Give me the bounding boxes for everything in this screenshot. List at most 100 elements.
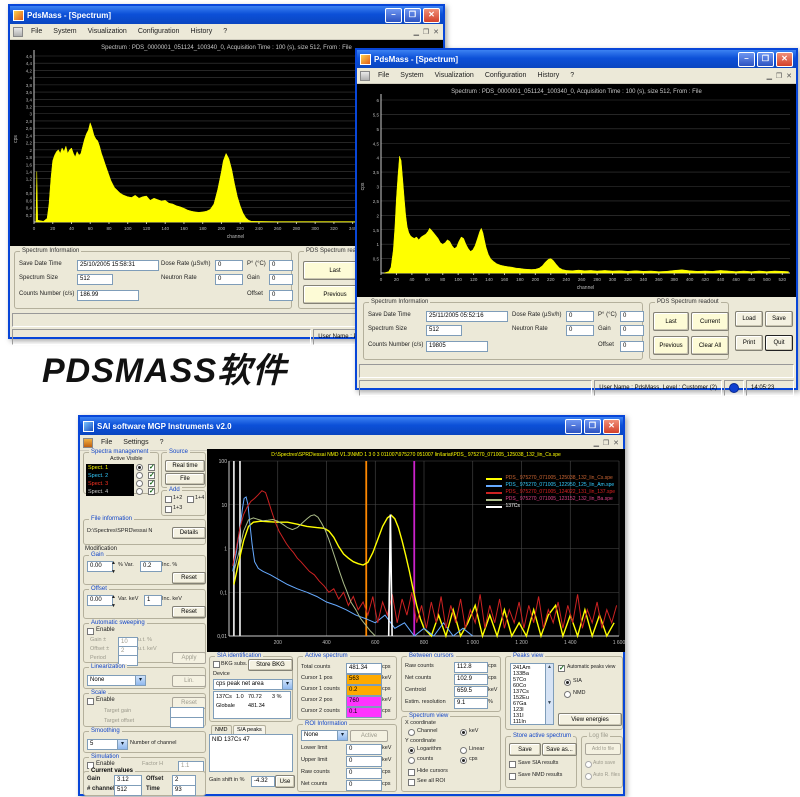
spectrum-size-field[interactable]: 512 <box>426 325 462 336</box>
dose-rate-field[interactable]: 0 <box>566 311 594 322</box>
peaks-scrollbar[interactable]: ▲▼ <box>545 664 553 724</box>
real-time-button[interactable]: Real time <box>165 460 205 472</box>
spect-1-row[interactable]: Spect. 1 <box>86 464 134 472</box>
save-sia-checkbox[interactable] <box>509 761 516 768</box>
neutron-rate-field[interactable]: 0 <box>566 325 594 336</box>
channel-radio[interactable] <box>408 729 415 736</box>
gain-reset-button[interactable]: Reset <box>172 572 206 584</box>
dose-rate-field[interactable]: 0 <box>215 260 243 271</box>
store-save-button[interactable]: Save <box>509 743 541 756</box>
menu-visualization[interactable]: Visualization <box>430 71 479 80</box>
spect-3-active-radio[interactable] <box>136 480 143 487</box>
spect-1-visible-checkbox[interactable] <box>148 464 155 471</box>
titlebar[interactable]: PdsMass - [Spectrum] – ❐ ✕ <box>10 6 443 24</box>
spectrum-size-field[interactable]: 512 <box>77 274 113 285</box>
gain-inc-field[interactable]: 0.2 <box>140 561 162 572</box>
close-button[interactable]: ✕ <box>603 419 620 434</box>
gain-spinner[interactable]: 0.00 <box>87 561 113 572</box>
minimize-button[interactable]: – <box>565 419 582 434</box>
view-energies-button[interactable]: View energies <box>558 713 622 726</box>
spect-4-active-radio[interactable] <box>136 488 143 495</box>
spect-3-visible-checkbox[interactable] <box>148 480 155 487</box>
menu-help[interactable]: ? <box>565 71 579 80</box>
menu-file[interactable]: File <box>373 71 394 80</box>
spect-2-active-radio[interactable] <box>136 472 143 479</box>
save-nmd-checkbox[interactable] <box>509 773 516 780</box>
clear-all-button[interactable]: Clear All <box>691 336 729 355</box>
offset-inc-field[interactable]: 1 <box>144 595 162 606</box>
mdi-child-buttons[interactable]: ▁ ❐ ✕ <box>414 28 440 36</box>
counts-number-field[interactable]: 19805 <box>426 341 488 352</box>
mdi-child-buttons[interactable]: ▁ ❐ ✕ <box>594 439 620 447</box>
add-1-3-checkbox[interactable] <box>165 506 172 513</box>
temp-field[interactable]: 0 <box>269 260 293 271</box>
details-button[interactable]: Details <box>172 527 206 539</box>
offset-reset-button[interactable]: Reset <box>172 606 206 618</box>
neutron-rate-field[interactable]: 0 <box>215 274 243 285</box>
menu-history[interactable]: History <box>532 71 564 80</box>
spect-3-row[interactable]: Spect. 3 <box>86 480 134 488</box>
add-1-4-checkbox[interactable] <box>187 496 194 503</box>
current-button[interactable]: Current <box>691 312 729 331</box>
close-button[interactable]: ✕ <box>776 52 793 67</box>
print-button[interactable]: Print <box>735 335 763 351</box>
automatic-peaks-checkbox[interactable] <box>558 665 565 672</box>
counts-radio[interactable] <box>408 757 415 764</box>
previous-button[interactable]: Previous <box>653 336 689 355</box>
hide-cursors-checkbox[interactable] <box>408 769 415 776</box>
spect-4-row[interactable]: Spect. 4 <box>86 488 134 496</box>
maximize-button[interactable]: ❐ <box>584 419 601 434</box>
mdi-child-buttons[interactable]: ▁ ❐ ✕ <box>767 72 793 80</box>
menu-help[interactable]: ? <box>155 438 169 447</box>
offset-field[interactable]: 0 <box>620 341 644 352</box>
save-date-field[interactable]: 25/10/2005 15:58:31 <box>77 260 159 271</box>
sweeping-enable-checkbox[interactable] <box>87 628 94 635</box>
menu-configuration[interactable]: Configuration <box>480 71 532 80</box>
save-button[interactable]: Save <box>765 311 793 327</box>
use-button[interactable]: Use <box>275 775 295 788</box>
lower-limit-field[interactable]: 0 <box>346 744 382 755</box>
spect-1-active-radio[interactable] <box>136 464 143 471</box>
offset-spinner[interactable]: 0.00 <box>87 595 113 606</box>
menu-help[interactable]: ? <box>218 27 232 36</box>
nmd-radio[interactable] <box>564 691 571 698</box>
sia-results-list[interactable]: 137Cs 1.0 70.72 3 % Globale 481.34 <box>213 691 291 719</box>
titlebar[interactable]: SAI software MGP Instruments v2.0 – ❐ ✕ <box>80 417 623 435</box>
linearization-dropdown[interactable]: None <box>87 675 146 686</box>
menu-settings[interactable]: Settings <box>118 438 153 447</box>
kev-radio[interactable] <box>460 729 467 736</box>
minimize-button[interactable]: – <box>738 52 755 67</box>
roi-dropdown[interactable]: None <box>301 730 348 741</box>
linear-radio[interactable] <box>460 747 467 754</box>
counts-number-field[interactable]: 186.99 <box>77 290 139 301</box>
file-button[interactable]: File <box>165 473 205 485</box>
maximize-button[interactable]: ❐ <box>404 8 421 23</box>
spect-4-visible-checkbox[interactable] <box>148 488 155 495</box>
close-button[interactable]: ✕ <box>423 8 440 23</box>
offset-spinner-arrows[interactable]: ▲▼ <box>111 593 116 611</box>
gain-spinner-arrows[interactable]: ▲▼ <box>111 559 116 577</box>
minimize-button[interactable]: – <box>385 8 402 23</box>
scale-enable-checkbox[interactable] <box>87 698 94 705</box>
save-date-field[interactable]: 25/11/2005 05:52:16 <box>426 311 508 322</box>
menu-visualization[interactable]: Visualization <box>83 27 132 36</box>
logarithm-radio[interactable] <box>408 747 415 754</box>
menu-configuration[interactable]: Configuration <box>133 27 185 36</box>
menu-system[interactable]: System <box>395 71 428 80</box>
upper-limit-field[interactable]: 0 <box>346 756 382 767</box>
store-bkg-button[interactable]: Store BKG <box>248 659 293 671</box>
spect-2-row[interactable]: Spect. 2 <box>86 472 134 480</box>
gain-field[interactable]: 0 <box>620 325 644 336</box>
gain-shift-field[interactable]: -4.32 <box>251 776 275 787</box>
smoothing-dropdown[interactable]: 5 <box>87 739 128 750</box>
menu-file[interactable]: File <box>26 27 47 36</box>
temp-field[interactable]: 0 <box>620 311 644 322</box>
see-all-roi-checkbox[interactable] <box>408 779 415 786</box>
quit-button[interactable]: Quit <box>765 335 793 351</box>
store-save-as-button[interactable]: Save as... <box>542 743 577 756</box>
menu-file[interactable]: File <box>96 438 117 447</box>
titlebar[interactable]: PdsMass - [Spectrum] – ❐ ✕ <box>357 50 796 68</box>
peaks-listbox[interactable]: 241Am133Ba57Co60Co137Cs152Eu67Ga123I131I… <box>510 663 554 725</box>
sia-radio[interactable] <box>564 679 571 686</box>
spect-2-visible-checkbox[interactable] <box>148 472 155 479</box>
